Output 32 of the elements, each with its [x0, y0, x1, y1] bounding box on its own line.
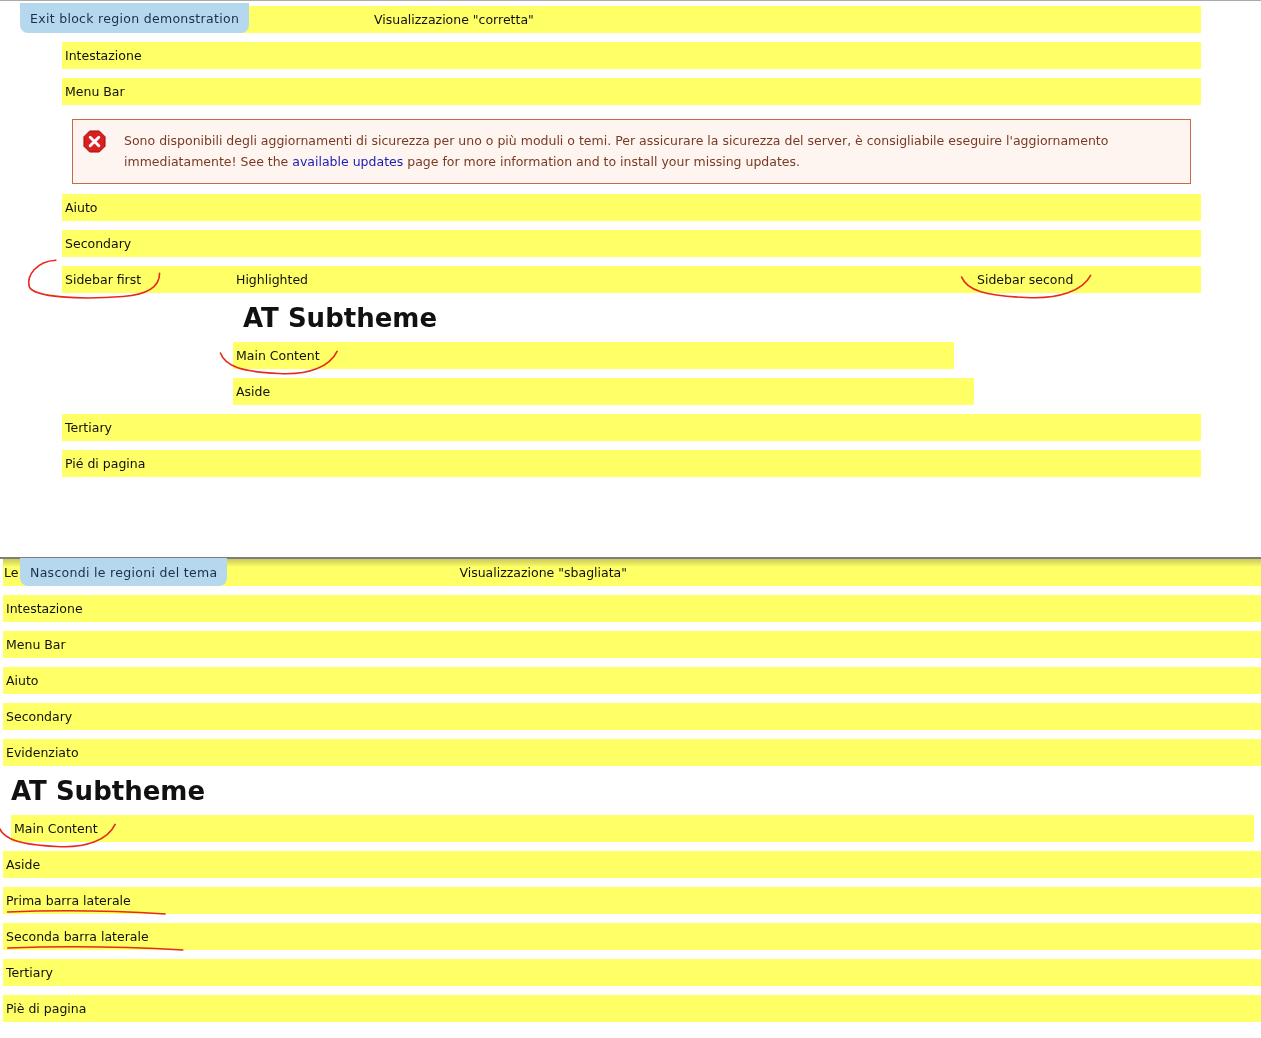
region-label: Piè di pagina	[6, 1001, 87, 1016]
region-label: Sidebar first	[65, 272, 142, 287]
region-label: Main Content	[236, 348, 320, 363]
region-label: Tertiary	[6, 965, 53, 980]
region-label: Pié di pagina	[65, 456, 146, 471]
region-label: Intestazione	[6, 601, 83, 616]
error-icon	[83, 130, 106, 153]
toggle-regions-tab[interactable]: Nascondi le regioni del tema	[20, 558, 228, 586]
error-message: Sono disponibili degli aggiornamenti di sicurezza per uno o più moduli o temi. Per assicurare la sicurezza del server, è consigliabile eseguire l'aggiornamento immediatamente! See the available updates page for more information and to install your missing updates.	[124, 132, 1110, 171]
region-label: Evidenziato	[6, 745, 79, 760]
region-label: Aside	[6, 857, 41, 872]
region-label: Le	[4, 565, 19, 580]
region-label: Secondary	[6, 709, 73, 724]
view-caption: Visualizzazione "sbagliata"	[459, 565, 627, 580]
toggle-regions-tab[interactable]: Exit block region demonstration	[20, 3, 250, 33]
site-title: AT Subtheme	[243, 302, 439, 334]
region-label: Intestazione	[65, 48, 142, 63]
region-label: Main Content	[14, 821, 98, 836]
region-label: Secondary	[65, 236, 132, 251]
view-caption: Visualizzazione "corretta"	[374, 12, 534, 27]
updates-link[interactable]: available updates	[292, 154, 404, 169]
region-label: Menu Bar	[6, 637, 66, 652]
region-label: Seconda barra laterale	[6, 929, 149, 944]
region-label: Menu Bar	[65, 84, 125, 99]
region-label: Prima barra laterale	[6, 893, 131, 908]
region-label: Aside	[236, 384, 271, 399]
region-label: Sidebar second	[977, 272, 1074, 287]
site-title: AT Subtheme	[11, 775, 207, 807]
region-label: Tertiary	[65, 420, 112, 435]
region-label: Aiuto	[65, 200, 98, 215]
region-label: Highlighted	[236, 272, 309, 287]
region-label: Aiuto	[6, 673, 39, 688]
